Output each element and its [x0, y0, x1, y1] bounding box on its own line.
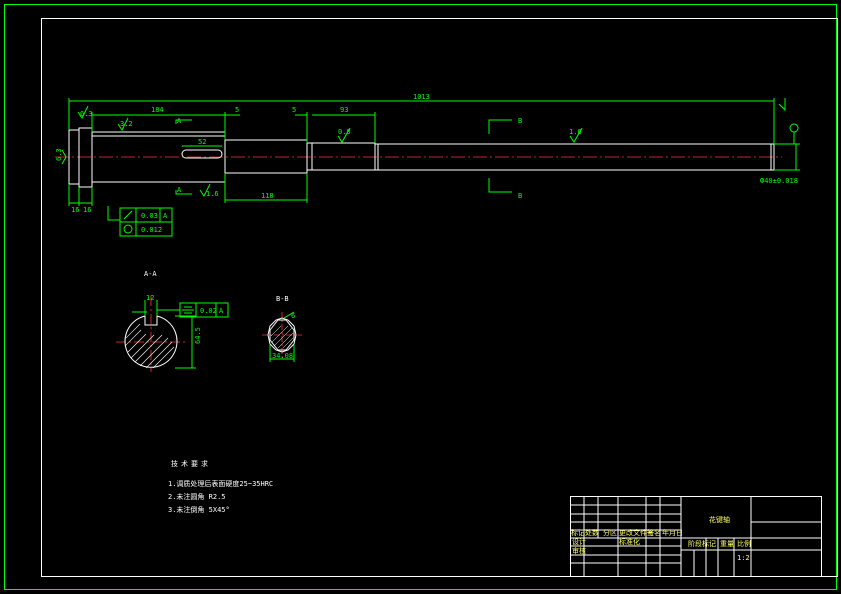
roughness-2: 1.6: [569, 128, 582, 136]
key-depth: 64.5: [194, 327, 202, 344]
dim-left-6-3: 6.3: [55, 148, 63, 161]
section-bb-title: B-B: [276, 295, 289, 303]
roughness-3: 0.8: [338, 128, 351, 136]
dim-16a: 16: [71, 206, 79, 214]
tb-scale-label: 比例: [737, 539, 751, 548]
tech-notes-line3: 3.未注倒角 5X45°: [168, 505, 230, 514]
dim-overall-length: 1013: [413, 93, 430, 101]
section-aa-title: A-A: [144, 270, 157, 278]
tb-col-count: 处数: [585, 528, 599, 537]
section-a-bottom: A: [177, 186, 182, 194]
runout-value: 0.03: [141, 212, 158, 220]
shaft-neck: [224, 139, 308, 174]
tech-notes-title: 技术要求: [171, 459, 211, 468]
tb-stage: 阶段标记: [688, 539, 716, 548]
shaft-step-left: [78, 127, 93, 188]
roughness-5: 6.3: [80, 110, 93, 118]
part-name: 花键轴: [709, 515, 730, 524]
dimension-lines: [61, 98, 800, 221]
tb-scale-value: 1:2: [737, 554, 750, 562]
symmetry-value: 0.02: [200, 307, 217, 315]
tech-notes-line1: 1.调质处理后表面硬度25~35HRC: [168, 479, 273, 488]
section-b-top: B: [518, 117, 522, 125]
symmetry-datum: A: [219, 307, 224, 315]
dim-16b: 16: [83, 206, 91, 214]
tb-weight: 重量: [720, 540, 734, 548]
dim-93: 93: [340, 106, 348, 114]
dim-end-fit: Ф40±0.018: [760, 177, 798, 185]
roughness-4: 1.6: [206, 190, 219, 198]
drawing-sheet: 1013 184 5 5 93 118 52 16 16 6.3 Ф40±0.0…: [4, 4, 838, 590]
section-a-top: A: [177, 117, 182, 125]
dim-118: 118: [261, 192, 274, 200]
inner-border: [41, 18, 838, 577]
shaft-main-view: [55, 127, 782, 188]
dim-keyway-52: 52: [198, 138, 206, 146]
tech-notes: 技术要求 1.调质处理后表面硬度25~35HRC 2.未注圆角 R2.5 3.未…: [168, 459, 273, 514]
shaft-shoulder: [306, 142, 376, 171]
runout-datum: A: [163, 212, 168, 220]
tb-col-date: 年月日: [662, 528, 683, 537]
roughness-1: 3.2: [120, 120, 133, 128]
bb-width: 6: [291, 312, 295, 320]
key-width: 12: [146, 294, 154, 302]
tb-standardization: 标准化: [619, 537, 640, 546]
tb-col-mark: 标记: [571, 528, 585, 537]
tb-col-sign: 签名: [647, 528, 661, 537]
bb-height: 34.08: [272, 352, 293, 360]
dim-5a: 5: [235, 106, 239, 114]
tech-notes-line2: 2.未注圆角 R2.5: [168, 492, 226, 501]
tb-reviewer: 审核: [572, 546, 586, 555]
section-b-bottom: B: [518, 192, 522, 200]
dim-184: 184: [151, 106, 164, 114]
tb-col-zone: 分区: [603, 528, 617, 537]
cylindricity-value: 0.012: [141, 226, 162, 234]
tb-designer: 设计: [572, 537, 586, 546]
dim-5b: 5: [292, 106, 296, 114]
